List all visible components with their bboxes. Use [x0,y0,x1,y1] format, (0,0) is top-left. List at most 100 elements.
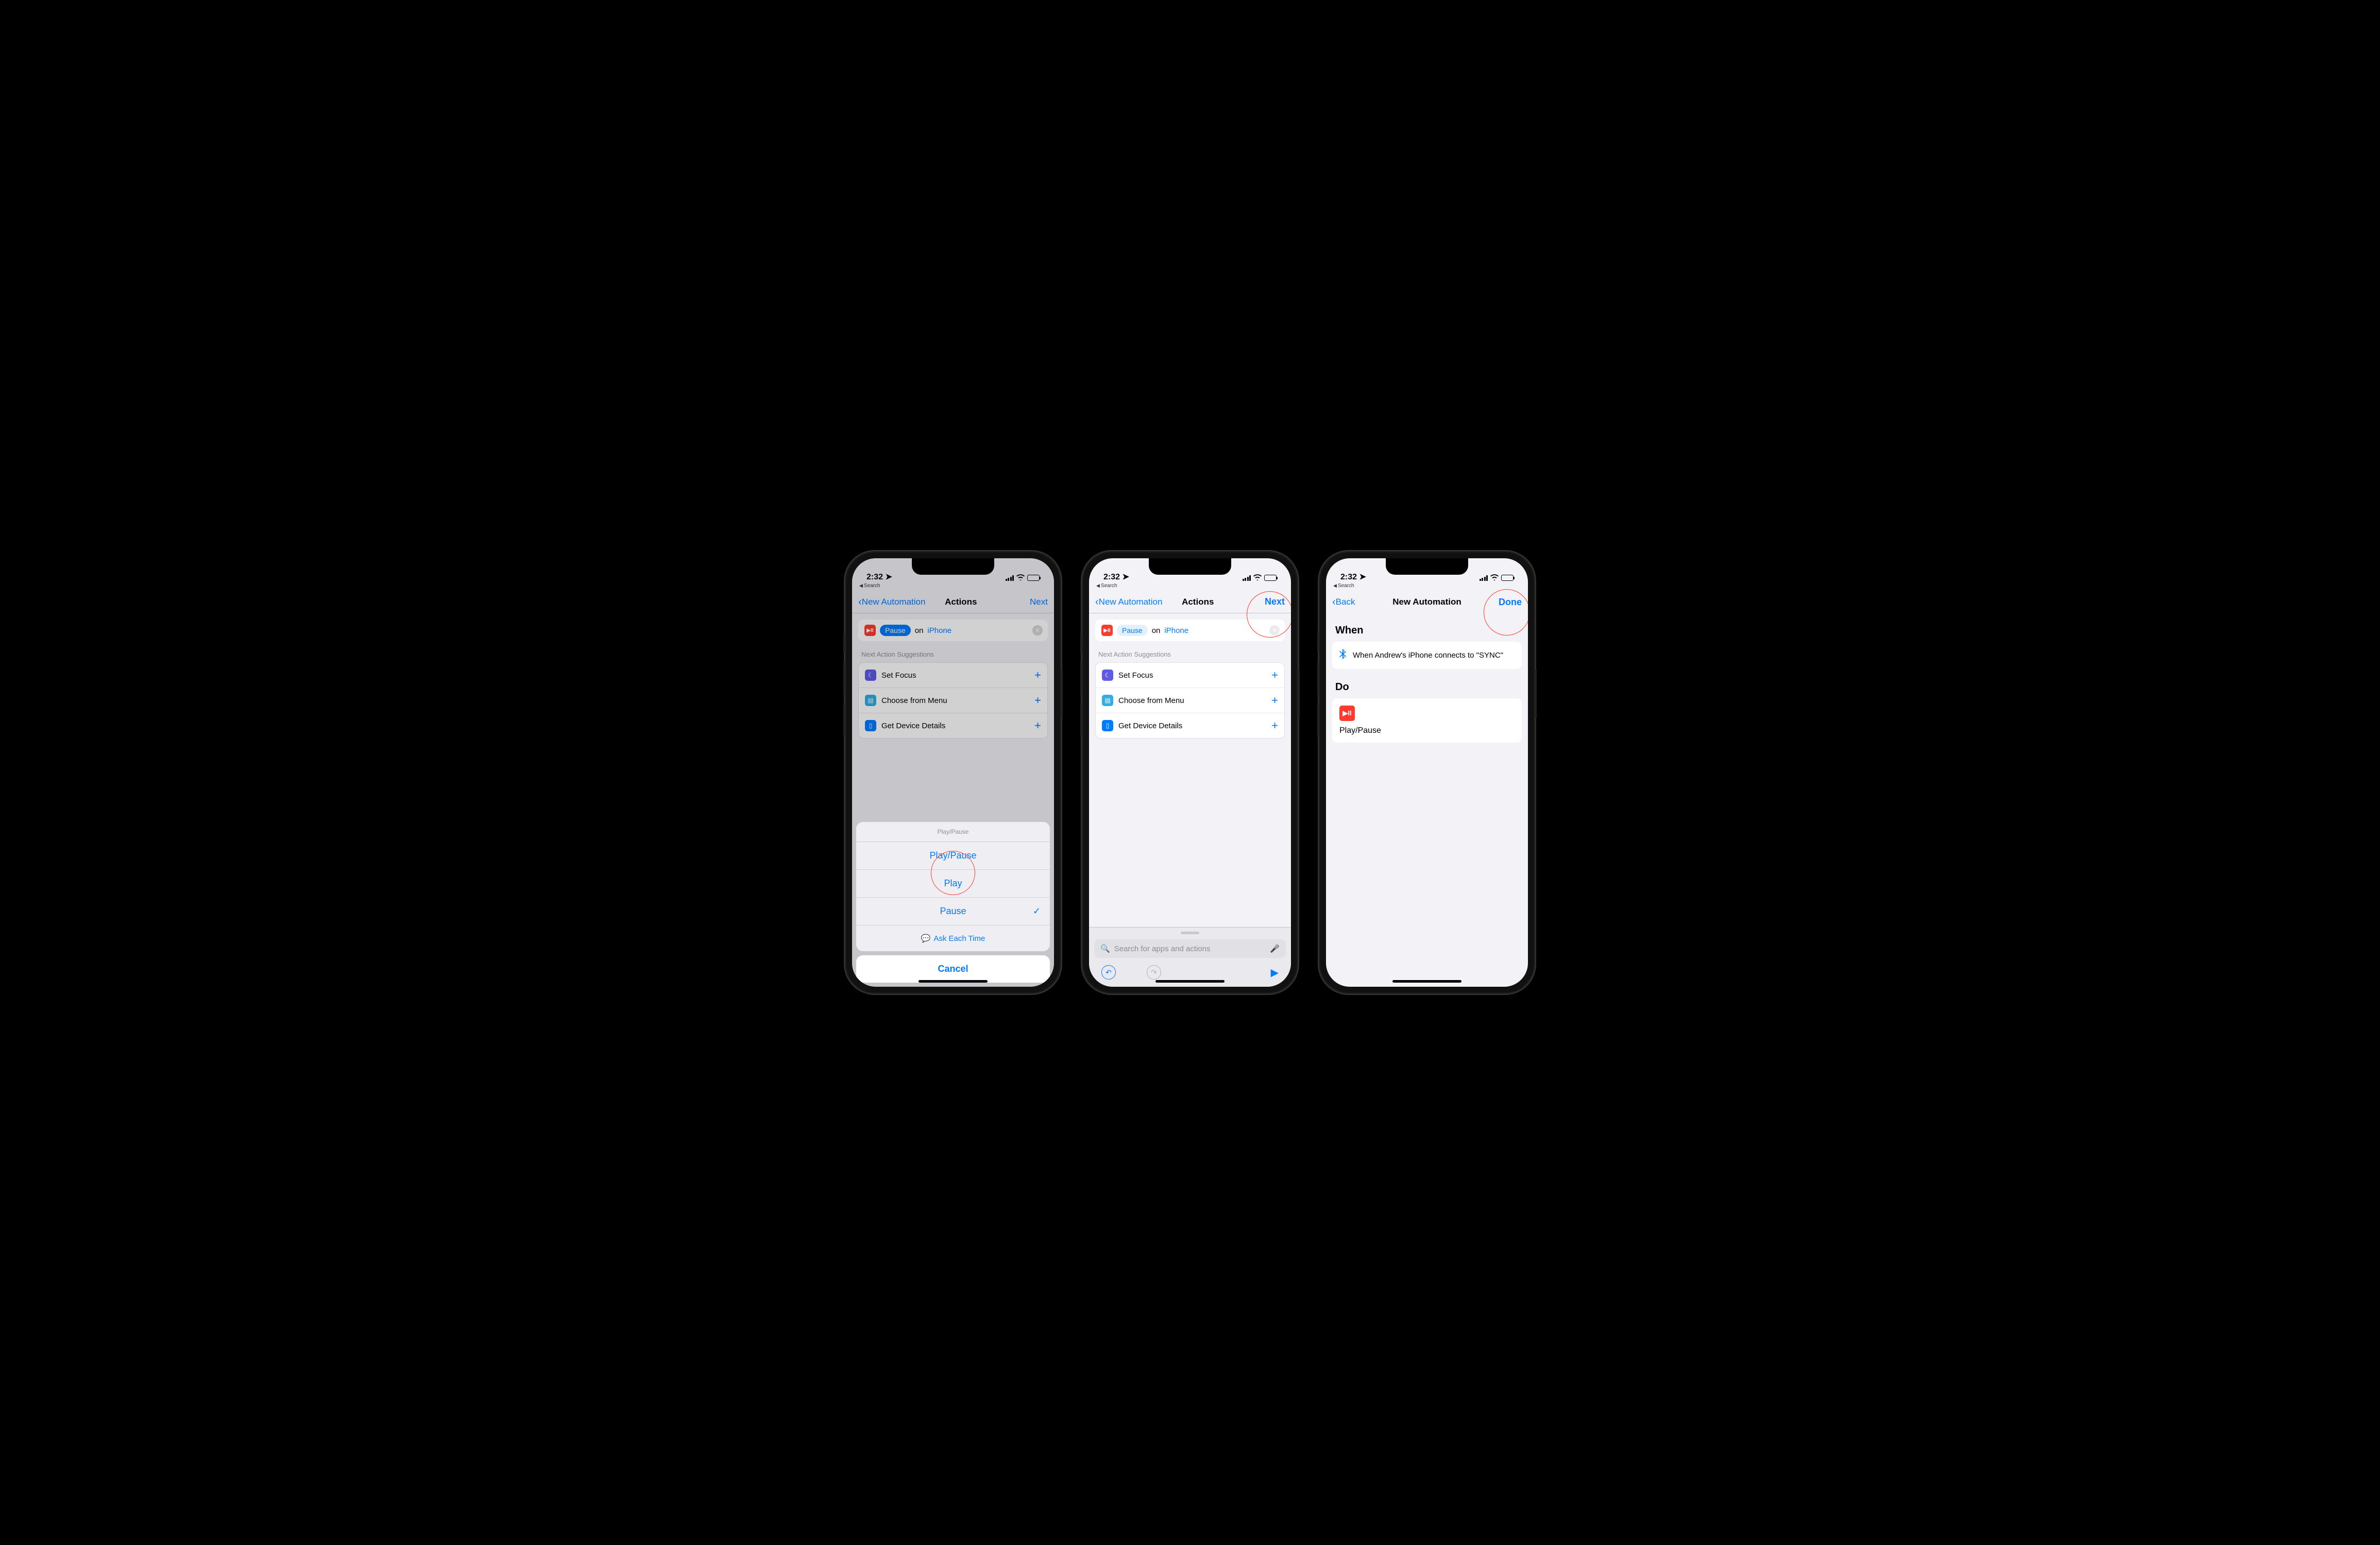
home-indicator[interactable] [1155,980,1225,983]
nav-next-button[interactable]: Next [1030,597,1048,607]
nav-done-button[interactable]: Done [1499,597,1522,608]
nav-title: Actions [1182,597,1214,607]
battery-icon [1027,575,1040,581]
play-pause-icon: ▶II [1339,706,1355,721]
battery-icon [1264,575,1277,581]
chevron-left-icon: ‹ [858,597,862,607]
play-pause-icon: ▶II [1101,625,1113,636]
nav-bar: ‹Back New Automation Done [1326,591,1528,613]
do-card[interactable]: ▶II Play/Pause [1332,698,1522,743]
add-icon[interactable]: + [1034,719,1041,732]
action-on-text: on [1152,626,1161,635]
wifi-icon [1253,574,1262,582]
back-to-app[interactable]: ◀Search [852,583,1054,591]
back-to-app[interactable]: ◀Search [1326,583,1528,591]
nav-back-button[interactable]: ‹Back [1332,597,1355,607]
phone-2: 2:32 ➤ ◀Search ‹New Automation Actions N… [1082,551,1298,994]
location-icon: ➤ [885,573,892,581]
checkmark-icon: ✓ [1033,906,1041,917]
nav-title: New Automation [1392,597,1461,607]
phone-3: 2:32 ➤ ◀Search ‹Back New Automation Done… [1319,551,1535,994]
location-icon: ➤ [1359,573,1366,581]
wifi-icon [1016,574,1025,582]
back-to-app[interactable]: ◀Search [1089,583,1291,591]
redo-button: ↷ [1147,965,1161,980]
when-title: When [1332,620,1522,642]
suggestions-label: Next Action Suggestions [1095,641,1285,662]
suggestion-choose-menu[interactable]: ▤Choose from Menu+ [1096,688,1284,713]
chevron-left-icon: ‹ [1332,597,1336,607]
action-sheet: Play/Pause Play/Pause Play Pause✓ 💬Ask E… [852,818,1054,987]
suggestions-label: Next Action Suggestions [858,641,1048,662]
battery-icon [1501,575,1514,581]
clear-action-button[interactable]: ✕ [1269,625,1280,636]
add-icon[interactable]: + [1271,719,1278,732]
suggestion-list: ☾Set Focus+ ▤Choose from Menu+ ▯Get Devi… [858,662,1048,739]
add-icon[interactable]: + [1271,694,1278,707]
home-indicator[interactable] [1392,980,1461,983]
action-mode-pill[interactable]: Pause [1117,625,1148,636]
focus-icon: ☾ [865,670,876,681]
play-pause-icon: ▶II [864,625,876,636]
suggestion-device-details[interactable]: ▯Get Device Details+ [859,713,1047,738]
do-action-label: Play/Pause [1339,726,1515,735]
sheet-option-play[interactable]: Play [856,869,1050,897]
chat-icon: 💬 [921,934,931,943]
bottom-panel: 🔍 Search for apps and actions 🎤 ↶ ↷ ▶ [1089,927,1291,987]
action-device-token[interactable]: iPhone [927,626,951,635]
search-icon: 🔍 [1100,944,1110,953]
undo-button[interactable]: ↶ [1101,965,1116,980]
sheet-header: Play/Pause [856,822,1050,842]
notch [1386,558,1468,575]
status-time: 2:32 [1340,573,1357,581]
action-card[interactable]: ▶II Pause on iPhone ✕ [1095,620,1285,641]
add-icon[interactable]: + [1034,694,1041,707]
menu-icon: ▤ [865,695,876,706]
nav-bar: ‹New Automation Actions Next [1089,591,1291,613]
sheet-option-pause[interactable]: Pause✓ [856,897,1050,925]
chevron-left-icon: ‹ [1095,597,1099,607]
action-mode-pill[interactable]: Pause [880,625,911,636]
when-card[interactable]: When Andrew's iPhone connects to "SYNC" [1332,642,1522,669]
wifi-icon [1490,574,1499,582]
run-button[interactable]: ▶ [1271,966,1279,979]
home-indicator[interactable] [919,980,988,983]
cell-signal-icon [1006,575,1014,581]
suggestion-list: ☾Set Focus+ ▤Choose from Menu+ ▯Get Devi… [1095,662,1285,739]
suggestion-device-details[interactable]: ▯Get Device Details+ [1096,713,1284,738]
phone-1: 2:32 ➤ ◀Search ‹New Automation Actions N… [845,551,1061,994]
status-time: 2:32 [1103,573,1120,581]
nav-next-button[interactable]: Next [1265,596,1285,607]
cell-signal-icon [1480,575,1488,581]
suggestion-set-focus[interactable]: ☾Set Focus+ [1096,663,1284,688]
search-placeholder: Search for apps and actions [1114,945,1211,953]
notch [912,558,994,575]
location-icon: ➤ [1122,573,1129,581]
nav-back-button[interactable]: ‹New Automation [1095,597,1162,607]
nav-title: Actions [945,597,977,607]
action-device-token[interactable]: iPhone [1164,626,1188,635]
nav-bar: ‹New Automation Actions Next [852,591,1054,613]
nav-back-button[interactable]: ‹New Automation [858,597,925,607]
mic-icon[interactable]: 🎤 [1270,944,1280,953]
do-title: Do [1332,676,1522,698]
when-text: When Andrew's iPhone connects to "SYNC" [1353,651,1503,660]
suggestion-choose-menu[interactable]: ▤Choose from Menu+ [859,688,1047,713]
sheet-option-ask[interactable]: 💬Ask Each Time [856,925,1050,951]
notch [1149,558,1231,575]
action-card[interactable]: ▶II Pause on iPhone ✕ [858,620,1048,641]
add-icon[interactable]: + [1271,668,1278,682]
menu-icon: ▤ [1102,695,1113,706]
drag-handle[interactable] [1181,932,1199,934]
cell-signal-icon [1243,575,1251,581]
bluetooth-icon [1339,649,1347,662]
search-input[interactable]: 🔍 Search for apps and actions 🎤 [1094,939,1286,958]
sheet-option-playpause[interactable]: Play/Pause [856,842,1050,869]
status-time: 2:32 [866,573,883,581]
device-icon: ▯ [1102,720,1113,731]
suggestion-set-focus[interactable]: ☾Set Focus+ [859,663,1047,688]
action-on-text: on [915,626,924,635]
add-icon[interactable]: + [1034,668,1041,682]
clear-action-button[interactable]: ✕ [1032,625,1043,636]
sheet-cancel-button[interactable]: Cancel [856,955,1050,983]
